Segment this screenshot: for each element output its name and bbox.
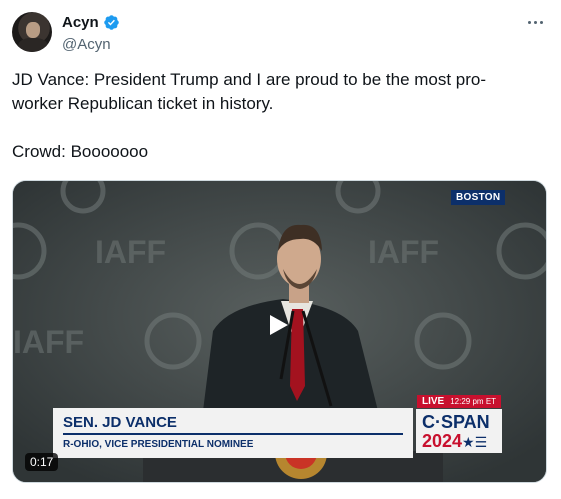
network-logo: C·SPAN 2024★☰ — [416, 409, 502, 453]
more-dot-icon — [527, 20, 531, 24]
network-logo-line1: C·SPAN — [422, 412, 490, 432]
avatar-body — [18, 38, 48, 52]
play-icon[interactable] — [269, 314, 289, 336]
location-bug: BOSTON — [451, 190, 506, 205]
tweet-text: JD Vance: President Trump and I are prou… — [12, 68, 537, 164]
tweet-text-line: Crowd: Booooooo — [12, 142, 149, 161]
tweet-text-line: JD Vance: President Trump and I are prou… — [12, 70, 487, 113]
verified-badge-icon — [103, 15, 119, 30]
backdrop-text: IAFF — [95, 234, 166, 270]
chyron-name: SEN. JD VANCE — [63, 414, 177, 431]
network-logo-line2: 2024★☰ — [422, 431, 487, 452]
backdrop-text: IAFF — [368, 234, 439, 270]
live-badge: LIVE 12:29 pm ET — [417, 395, 502, 408]
author-name-row: Acyn — [62, 14, 120, 31]
video-duration: 0:17 — [25, 453, 59, 471]
chyron-subtitle: R-OHIO, VICE PRESIDENTIAL NOMINEE — [63, 439, 254, 450]
more-options-button[interactable] — [523, 12, 547, 32]
avatar-face — [26, 22, 40, 38]
avatar[interactable] — [12, 12, 52, 52]
stars-icon: ★☰ — [462, 434, 488, 450]
live-label: LIVE — [422, 396, 445, 407]
lower-third-chyron: SEN. JD VANCE R-OHIO, VICE PRESIDENTIAL … — [53, 408, 413, 458]
backdrop-text: IAFF — [13, 324, 84, 360]
more-dot-icon — [533, 20, 537, 24]
more-dot-icon — [539, 20, 543, 24]
video-player[interactable]: IAFF IAFF IAFF BOSTON LIVE 12:29 pm ET S… — [12, 180, 547, 483]
live-time: 12:29 pm ET — [450, 397, 497, 406]
author-name[interactable]: Acyn — [62, 14, 99, 31]
chyron-divider — [63, 433, 403, 435]
network-logo-year: 2024 — [422, 431, 463, 451]
author-handle[interactable]: @Acyn — [62, 36, 111, 53]
